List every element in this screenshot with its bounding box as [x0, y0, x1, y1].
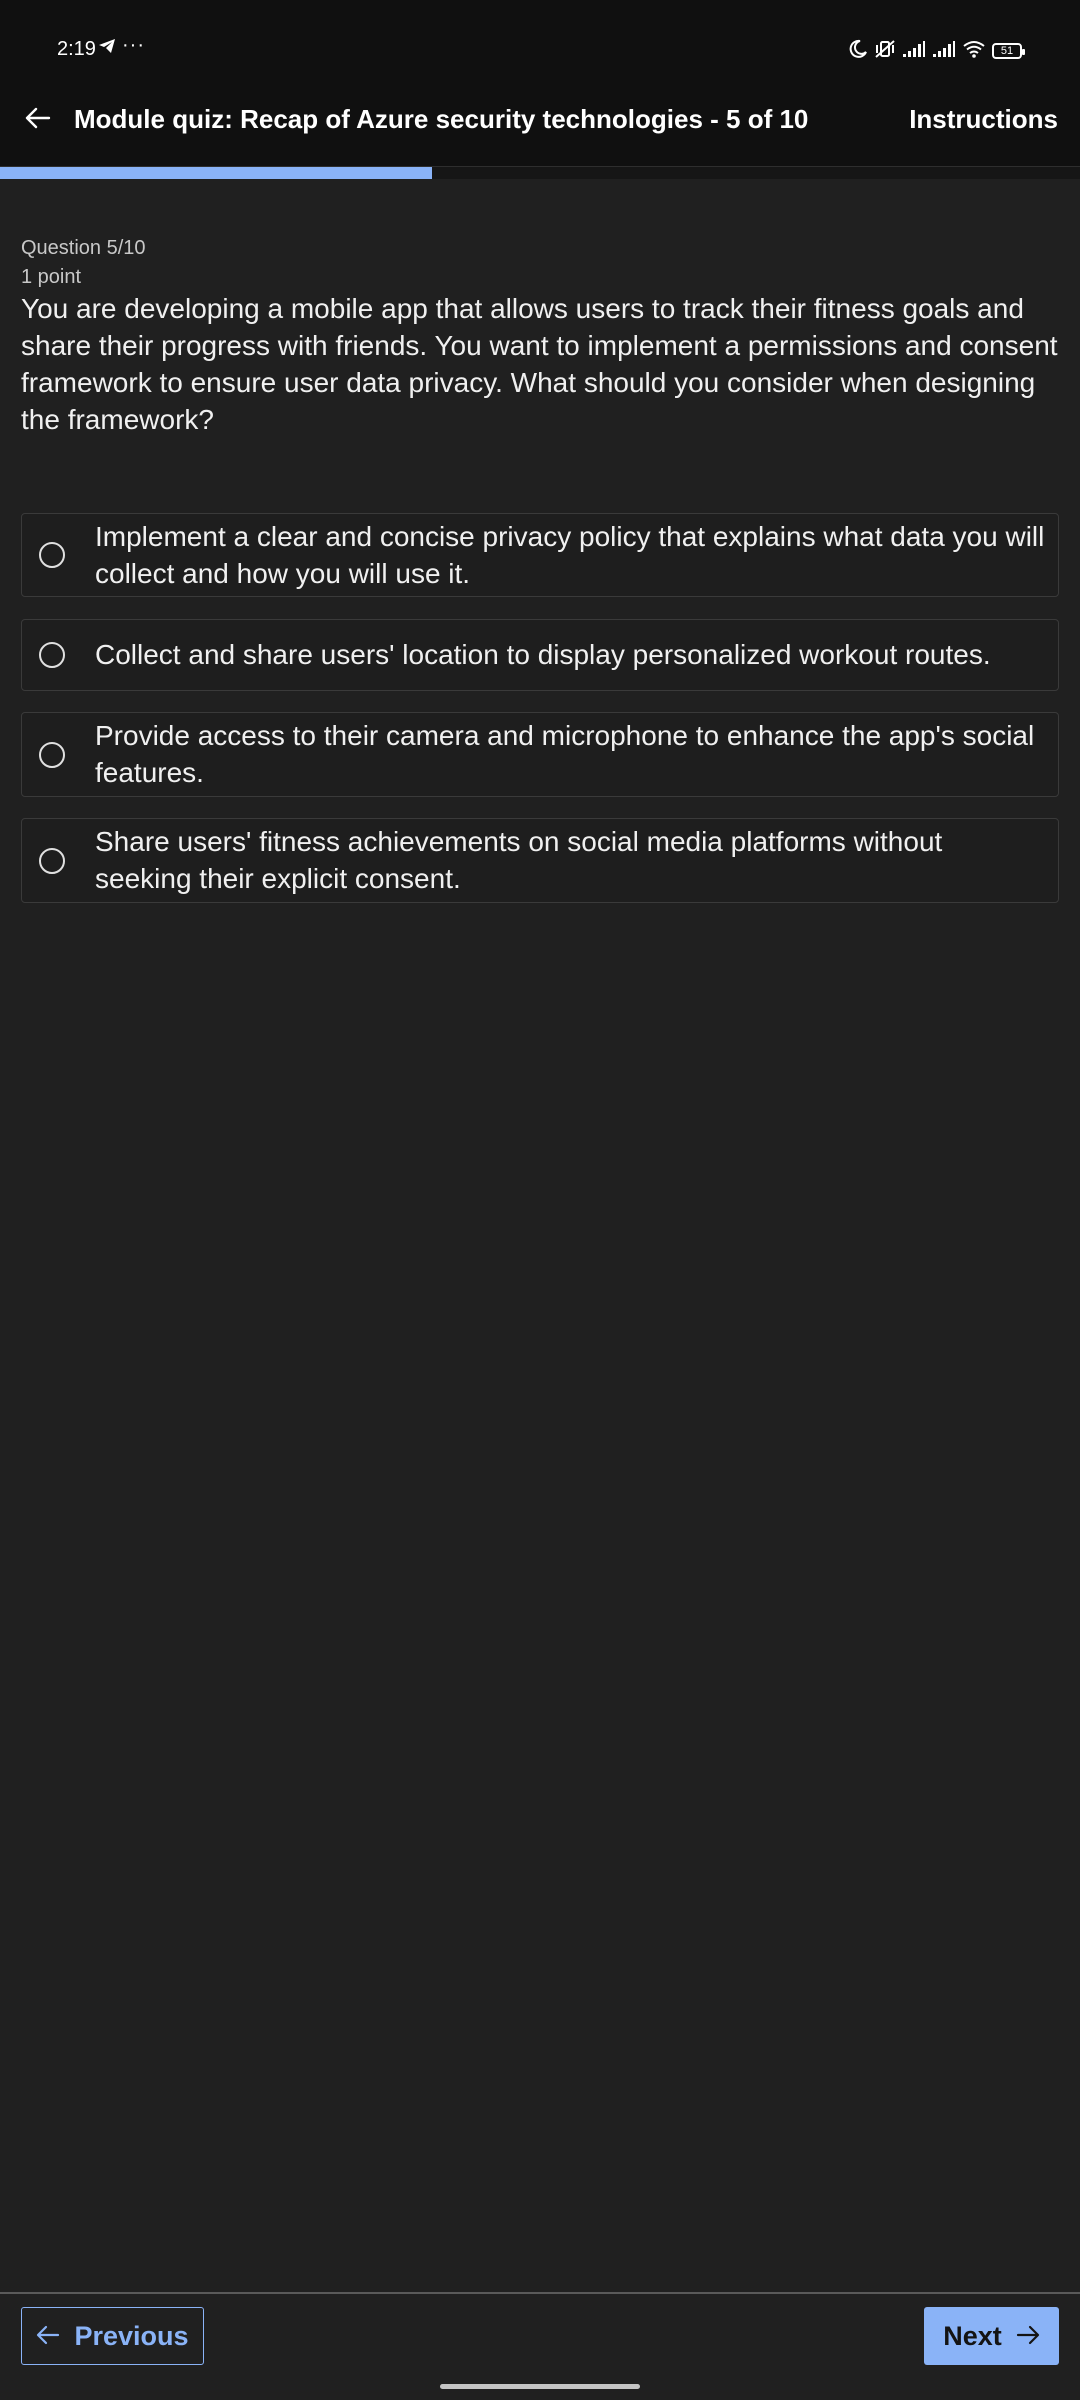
- answer-option-label: Share users' fitness achievements on soc…: [95, 826, 943, 894]
- moon-icon: [848, 39, 868, 64]
- status-bar: 2:19 ··· 51: [0, 0, 1080, 80]
- battery-level: 51: [1000, 45, 1014, 57]
- app-header: Module quiz: Recap of Azure security tec…: [0, 80, 1080, 167]
- signal-1-icon: [902, 40, 926, 63]
- radio-button[interactable]: [39, 542, 65, 568]
- answer-option-2[interactable]: Collect and share users' location to dis…: [21, 619, 1059, 691]
- next-button[interactable]: Next: [924, 2307, 1059, 2365]
- question-points: 1 point: [21, 266, 82, 288]
- arrow-right-icon: [1016, 2321, 1040, 2352]
- vibrate-off-icon: [874, 39, 896, 64]
- answer-option-label: Provide access to their camera and micro…: [95, 720, 1035, 788]
- radio-button[interactable]: [39, 642, 65, 668]
- telegram-icon: [98, 38, 116, 59]
- arrow-left-icon: [25, 107, 51, 134]
- quiz-progress-bar: [0, 167, 1080, 179]
- instructions-link[interactable]: Instructions: [909, 104, 1058, 135]
- arrow-left-icon: [36, 2321, 60, 2352]
- page-title: Module quiz: Recap of Azure security tec…: [74, 104, 809, 134]
- question-number: Question 5/10: [21, 237, 146, 259]
- status-time: 2:19: [57, 38, 96, 60]
- quiz-progress-fill: [0, 167, 432, 179]
- previous-button-label: Previous: [74, 2320, 189, 2351]
- radio-button[interactable]: [39, 742, 65, 768]
- next-button-label: Next: [943, 2320, 1002, 2351]
- quiz-screen: 2:19 ··· 51 Module quiz: Recap of Azure …: [0, 0, 1080, 2400]
- radio-button[interactable]: [39, 848, 65, 874]
- more-notifications-icon: ···: [122, 34, 145, 56]
- answer-option-3[interactable]: Provide access to their camera and micro…: [21, 712, 1059, 797]
- answer-option-1[interactable]: Implement a clear and concise privacy po…: [21, 513, 1059, 597]
- answer-option-label: Collect and share users' location to dis…: [95, 639, 991, 670]
- question-meta: Question 5/10 1 point: [21, 234, 146, 292]
- signal-2-icon: [932, 40, 956, 63]
- wifi-icon: [962, 40, 986, 63]
- status-icons: 51: [848, 38, 1025, 64]
- question-text: You are developing a mobile app that all…: [21, 293, 1058, 435]
- back-button[interactable]: [18, 100, 58, 140]
- answer-option-label: Implement a clear and concise privacy po…: [95, 521, 1045, 589]
- answer-option-4[interactable]: Share users' fitness achievements on soc…: [21, 818, 1059, 903]
- home-indicator[interactable]: [440, 2384, 640, 2389]
- previous-button[interactable]: Previous: [21, 2307, 204, 2365]
- battery-icon: 51: [992, 43, 1025, 59]
